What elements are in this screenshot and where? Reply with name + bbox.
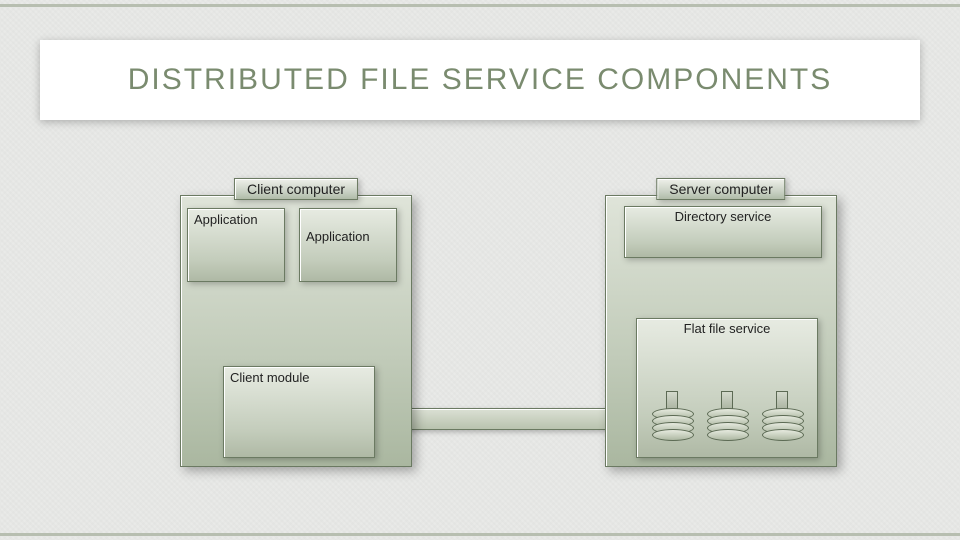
application-label-2: Application	[300, 209, 396, 247]
title-strip: DISTRIBUTED FILE SERVICE COMPONENTS	[40, 40, 920, 120]
page-border-bottom	[0, 533, 960, 536]
page-border-top	[0, 4, 960, 7]
flat-file-service-box: Flat file service	[636, 318, 818, 458]
disk-stack-icon	[652, 391, 692, 441]
client-computer-label: Client computer	[234, 178, 358, 200]
disk-stack-row	[637, 387, 817, 441]
client-module-label: Client module	[224, 367, 374, 388]
server-computer-box: Server computer Directory service Flat f…	[605, 195, 837, 467]
slide-title: DISTRIBUTED FILE SERVICE COMPONENTS	[128, 63, 833, 97]
disk-stack-icon	[707, 391, 747, 441]
disk-stack-icon	[762, 391, 802, 441]
directory-service-label: Directory service	[625, 207, 821, 227]
application-label-1: Application	[188, 209, 284, 230]
application-box-2: Application	[299, 208, 397, 282]
server-computer-label: Server computer	[656, 178, 785, 200]
directory-service-box: Directory service	[624, 206, 822, 258]
client-computer-box: Client computer Application Application …	[180, 195, 412, 467]
client-module-box: Client module	[223, 366, 375, 458]
flat-file-service-label: Flat file service	[637, 319, 817, 339]
application-box-1: Application	[187, 208, 285, 282]
connector-bar	[405, 408, 612, 430]
